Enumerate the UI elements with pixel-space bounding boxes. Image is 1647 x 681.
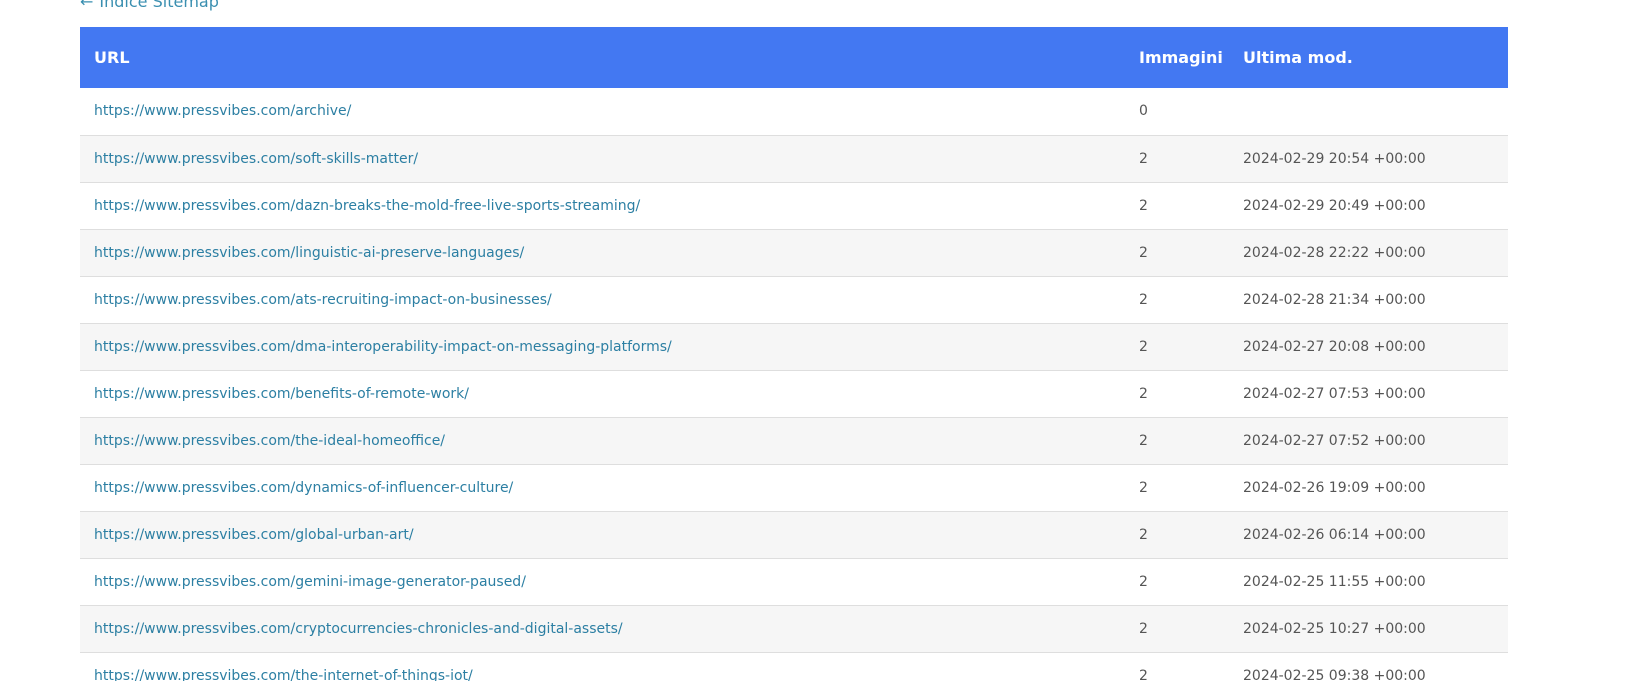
images-count-cell: 2	[1139, 291, 1148, 308]
table-header-row: URL Immagini Ultima mod.	[80, 27, 1508, 88]
url-link[interactable]: https://www.pressvibes.com/gemini-image-…	[94, 574, 526, 590]
images-count-cell: 2	[1139, 526, 1148, 543]
last-modified-cell: 2024-02-29 20:49 +00:00	[1243, 197, 1426, 214]
url-cell: https://www.pressvibes.com/global-urban-…	[80, 511, 1125, 558]
images-count-cell: 2	[1139, 338, 1148, 355]
left-arrow-icon: ←	[80, 0, 94, 11]
last-modified-cell: 2024-02-25 10:27 +00:00	[1243, 620, 1426, 637]
url-cell: https://www.pressvibes.com/linguistic-ai…	[80, 229, 1125, 276]
images-count-cell: 2	[1139, 150, 1148, 167]
table-row: https://www.pressvibes.com/the-ideal-hom…	[80, 417, 1508, 464]
column-header-images[interactable]: Immagini	[1125, 27, 1229, 88]
last-modified-cell: 2024-02-26 19:09 +00:00	[1243, 479, 1426, 496]
last-modified-cell: 2024-02-28 21:34 +00:00	[1243, 291, 1426, 308]
images-count-cell: 2	[1139, 432, 1148, 449]
table-row: https://www.pressvibes.com/gemini-image-…	[80, 558, 1508, 605]
column-header-url[interactable]: URL	[80, 27, 1125, 88]
last-modified-cell: 2024-02-27 07:53 +00:00	[1243, 385, 1426, 402]
url-link[interactable]: https://www.pressvibes.com/global-urban-…	[94, 527, 414, 543]
images-count-cell: 2	[1139, 667, 1148, 681]
url-link[interactable]: https://www.pressvibes.com/the-ideal-hom…	[94, 433, 445, 449]
last-modified-cell: 2024-02-25 11:55 +00:00	[1243, 573, 1426, 590]
url-cell: https://www.pressvibes.com/dma-interoper…	[80, 323, 1125, 370]
sitemap-table: URL Immagini Ultima mod. https://www.pre…	[80, 27, 1508, 681]
last-modified-cell	[1229, 88, 1508, 135]
url-link[interactable]: https://www.pressvibes.com/cryptocurrenc…	[94, 621, 623, 637]
images-count-cell: 2	[1139, 479, 1148, 496]
url-link[interactable]: https://www.pressvibes.com/dynamics-of-i…	[94, 480, 513, 496]
sitemap-page: ← Indice Sitemap URL Immagini Ultima mod…	[0, 0, 1647, 681]
url-cell: https://www.pressvibes.com/archive/	[80, 88, 1125, 135]
images-count-cell: 2	[1139, 573, 1148, 590]
url-link[interactable]: https://www.pressvibes.com/soft-skills-m…	[94, 151, 418, 167]
table-header: URL Immagini Ultima mod.	[80, 27, 1508, 88]
url-link[interactable]: https://www.pressvibes.com/dazn-breaks-t…	[94, 198, 640, 214]
last-modified-cell: 2024-02-28 22:22 +00:00	[1243, 244, 1426, 261]
last-modified-cell: 2024-02-25 09:38 +00:00	[1243, 667, 1426, 681]
url-link[interactable]: https://www.pressvibes.com/the-internet-…	[94, 668, 473, 681]
table-row: https://www.pressvibes.com/the-internet-…	[80, 652, 1508, 681]
table-row: https://www.pressvibes.com/dynamics-of-i…	[80, 464, 1508, 511]
last-modified-cell: 2024-02-26 06:14 +00:00	[1243, 526, 1426, 543]
url-cell: https://www.pressvibes.com/gemini-image-…	[80, 558, 1125, 605]
url-link[interactable]: https://www.pressvibes.com/benefits-of-r…	[94, 386, 469, 402]
images-count-cell: 2	[1139, 385, 1148, 402]
table-row: https://www.pressvibes.com/benefits-of-r…	[80, 370, 1508, 417]
table-row: https://www.pressvibes.com/soft-skills-m…	[80, 135, 1508, 182]
url-cell: https://www.pressvibes.com/the-internet-…	[80, 652, 1125, 681]
images-count-cell: 2	[1139, 197, 1148, 214]
table-row: https://www.pressvibes.com/dma-interoper…	[80, 323, 1508, 370]
column-header-last-mod[interactable]: Ultima mod.	[1229, 27, 1508, 88]
url-cell: https://www.pressvibes.com/benefits-of-r…	[80, 370, 1125, 417]
table-row: https://www.pressvibes.com/archive/0	[80, 88, 1508, 135]
back-link-label: Indice Sitemap	[99, 0, 219, 11]
table-row: https://www.pressvibes.com/linguistic-ai…	[80, 229, 1508, 276]
url-cell: https://www.pressvibes.com/dynamics-of-i…	[80, 464, 1125, 511]
url-cell: https://www.pressvibes.com/ats-recruitin…	[80, 276, 1125, 323]
last-modified-cell: 2024-02-29 20:54 +00:00	[1243, 150, 1426, 167]
table-body: https://www.pressvibes.com/archive/0 http…	[80, 88, 1508, 681]
table-row: https://www.pressvibes.com/ats-recruitin…	[80, 276, 1508, 323]
url-link[interactable]: https://www.pressvibes.com/linguistic-ai…	[94, 245, 524, 261]
url-cell: https://www.pressvibes.com/cryptocurrenc…	[80, 605, 1125, 652]
back-to-sitemap-index-link[interactable]: ← Indice Sitemap	[80, 0, 219, 12]
last-modified-cell: 2024-02-27 07:52 +00:00	[1243, 432, 1426, 449]
table-row: https://www.pressvibes.com/global-urban-…	[80, 511, 1508, 558]
images-count-cell: 0	[1139, 103, 1148, 120]
table-row: https://www.pressvibes.com/cryptocurrenc…	[80, 605, 1508, 652]
url-link[interactable]: https://www.pressvibes.com/dma-interoper…	[94, 339, 672, 355]
last-modified-cell: 2024-02-27 20:08 +00:00	[1243, 338, 1426, 355]
images-count-cell: 2	[1139, 244, 1148, 261]
url-cell: https://www.pressvibes.com/the-ideal-hom…	[80, 417, 1125, 464]
images-count-cell: 2	[1139, 620, 1148, 637]
url-link[interactable]: https://www.pressvibes.com/archive/	[94, 103, 351, 119]
url-cell: https://www.pressvibes.com/dazn-breaks-t…	[80, 182, 1125, 229]
url-link[interactable]: https://www.pressvibes.com/ats-recruitin…	[94, 292, 552, 308]
url-cell: https://www.pressvibes.com/soft-skills-m…	[80, 135, 1125, 182]
table-row: https://www.pressvibes.com/dazn-breaks-t…	[80, 182, 1508, 229]
